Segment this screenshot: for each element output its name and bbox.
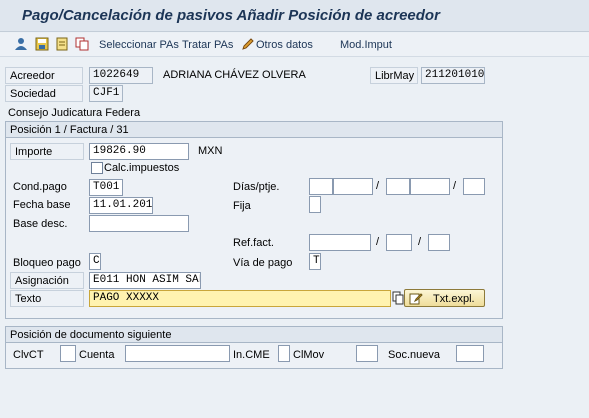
sociedad-name: Consejo Judicatura Federa [8, 107, 141, 119]
txt-expl-label: Txt.expl. [433, 293, 475, 305]
base-desc-field[interactable] [89, 215, 189, 232]
asignacion-label: Asignación [10, 272, 84, 289]
cond-pago-label: Cond.pago [13, 181, 67, 193]
calc-impuestos-checkbox[interactable] [91, 162, 103, 174]
base-desc-label: Base desc. [13, 218, 68, 230]
ref-fact-separator-1: / [376, 236, 380, 248]
pencil-icon [242, 38, 254, 50]
in-cme-label: In.CME [233, 349, 270, 361]
in-cme-field[interactable] [278, 345, 290, 362]
ref-fact-year-field[interactable] [386, 234, 412, 251]
bloqueo-pago-field[interactable]: C [89, 253, 101, 270]
cond-pago-field[interactable]: T001 [89, 179, 123, 196]
ptje2-field[interactable] [410, 178, 450, 195]
clmov-label: ClMov [293, 349, 325, 361]
tratar-pas-button[interactable]: Tratar PAs [182, 39, 233, 51]
ptje1-field[interactable] [333, 178, 373, 195]
librmay-field[interactable]: 2112010100 [421, 67, 485, 84]
acreedor-label: Acreedor [5, 67, 83, 84]
clvct-label: ClvCT [13, 349, 44, 361]
ref-fact-field[interactable] [309, 234, 371, 251]
otros-datos-button[interactable]: Otros datos [256, 39, 313, 51]
dias-separator-1: / [376, 180, 380, 192]
acreedor-name: ADRIANA CHÁVEZ OLVERA [163, 69, 306, 81]
texto-field[interactable]: PAGO XXXXX [89, 290, 391, 307]
importe-label: Importe [10, 143, 84, 160]
sociedad-field[interactable]: CJF1 [89, 85, 123, 102]
calc-impuestos-label: Calc.impuestos [104, 162, 180, 174]
copy-icon[interactable] [392, 291, 404, 305]
application-toolbar: Seleccionar PAs Tratar PAs Otros datos M… [0, 33, 589, 57]
sociedad-label: Sociedad [5, 85, 83, 102]
cuenta-label: Cuenta [79, 349, 115, 361]
via-pago-label: Vía de pago [233, 257, 293, 269]
dias3-field[interactable] [463, 178, 485, 195]
save-local-icon[interactable] [35, 37, 49, 51]
ref-fact-label: Ref.fact. [233, 237, 274, 249]
seleccionar-pas-button[interactable]: Seleccionar PAs [99, 39, 179, 51]
texto-label: Texto [10, 290, 84, 307]
soc-nueva-field[interactable] [456, 345, 484, 362]
person-icon[interactable] [14, 37, 28, 51]
mod-imput-button[interactable]: Mod.Imput [340, 39, 392, 51]
bloqueo-pago-label: Bloqueo pago [13, 257, 81, 269]
dias1-field[interactable] [309, 178, 333, 195]
txt-expl-button[interactable]: Txt.expl. [404, 289, 485, 307]
pencil-icon [409, 293, 423, 305]
clvct-field[interactable] [60, 345, 76, 362]
importe-field[interactable]: 19826.90 [89, 143, 189, 160]
copy-icon[interactable] [75, 37, 89, 51]
fija-field[interactable] [309, 196, 321, 213]
fecha-base-label: Fecha base [13, 199, 71, 211]
next-document-group: Posición de documento siguiente [5, 326, 503, 369]
clmov-field[interactable] [356, 345, 378, 362]
document-icon[interactable] [55, 37, 69, 51]
dias-separator-2: / [453, 180, 457, 192]
currency-label: MXN [198, 145, 223, 157]
dias-ptje-label: Días/ptje. [233, 181, 280, 193]
fija-label: Fija [233, 200, 251, 212]
cuenta-field[interactable] [125, 345, 230, 362]
fecha-base-field[interactable]: 11.01.2019 [89, 197, 153, 214]
soc-nueva-label: Soc.nueva [388, 349, 440, 361]
title-bar: Pago/Cancelación de pasivos Añadir Posic… [0, 0, 589, 32]
ref-fact-pos-field[interactable] [428, 234, 450, 251]
page-title: Pago/Cancelación de pasivos Añadir Posic… [22, 7, 440, 24]
librmay-label: LibrMay [370, 67, 418, 84]
ref-fact-separator-2: / [418, 236, 422, 248]
via-pago-field[interactable]: T [309, 253, 321, 270]
dias2-field[interactable] [386, 178, 410, 195]
acreedor-field[interactable]: 1022649 [89, 67, 153, 84]
asignacion-field[interactable]: E011 HON ASIM SAL [89, 272, 201, 289]
position-group-title: Posición 1 / Factura / 31 [6, 122, 502, 138]
next-document-group-title: Posición de documento siguiente [6, 327, 502, 343]
